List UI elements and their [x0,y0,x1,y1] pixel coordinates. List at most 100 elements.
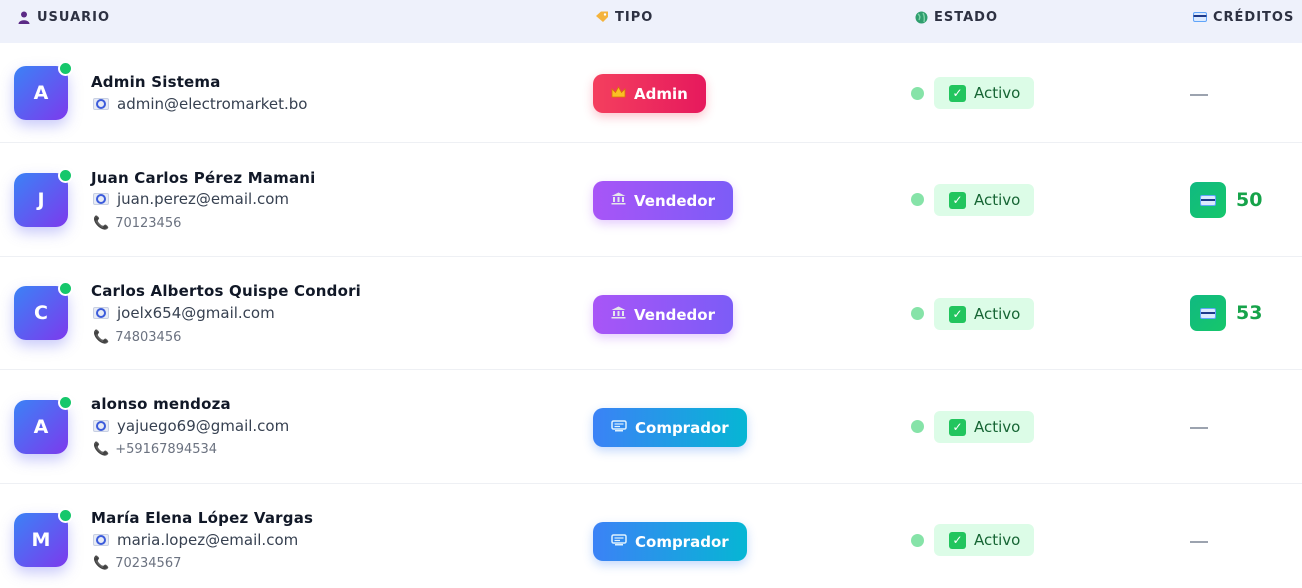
user-name: Admin Sistema [91,73,221,91]
user-name: Juan Carlos Pérez Mamani [91,169,316,187]
user-email: juan.perez@email.com [93,190,289,208]
user-phone: 📞 +59167894534 [93,442,217,457]
credits-card-icon [1190,182,1226,218]
status-badge: ✓ Activo [934,524,1034,556]
table-row[interactable]: M María Elena López Vargas maria.lopez@e… [0,484,1302,588]
status-badge: ✓ Activo [934,298,1034,330]
user-phone: 📞 70123456 [93,216,181,231]
status-dot [911,420,924,433]
phone-icon: 📞 [93,330,110,345]
type-badge-vendedor[interactable]: Vendedor [593,295,733,334]
check-icon: ✓ [949,191,966,209]
status-badge: ✓ Activo [934,77,1034,109]
status-label: Activo [974,418,1021,436]
status-badge: ✓ Activo [934,411,1034,443]
type-label: Admin [634,84,688,103]
user-email: joelx654@gmail.com [93,304,275,322]
user-phone-text: 70123456 [115,216,182,231]
credits-card-icon [1190,295,1226,331]
avatar-initial: M [31,529,51,551]
phone-icon: 📞 [93,442,110,457]
card-icon [1200,194,1216,206]
user-name: alonso mendoza [91,395,231,413]
card-icon [1193,10,1207,24]
avatar: J [14,168,73,227]
globe-icon [914,10,928,24]
mail-icon [93,98,109,110]
online-indicator [58,508,73,523]
user-phone-text: 70234567 [115,556,182,571]
user-email: yajuego69@gmail.com [93,417,289,435]
avatar-initial: A [33,416,49,438]
table-row[interactable]: A alonso mendoza yajuego69@gmail.com 📞 +… [0,370,1302,484]
column-header-usuario[interactable]: USUARIO [17,9,110,25]
online-indicator [58,61,73,76]
card-icon [1200,307,1216,319]
user-email-text: yajuego69@gmail.com [117,417,290,435]
status-label: Activo [974,191,1021,209]
table-header: USUARIO TIPO ESTADO CRÉDITOS [0,0,1302,43]
user-phone-text: +59167894534 [115,442,218,457]
cart-icon [611,533,627,550]
phone-icon: 📞 [93,556,110,571]
column-header-creditos[interactable]: CRÉDITOS [1193,9,1294,25]
tag-icon [595,10,609,24]
user-name: María Elena López Vargas [91,509,314,527]
user-email-text: joelx654@gmail.com [117,304,275,322]
avatar: C [14,281,73,340]
mail-icon [93,420,109,432]
status-label: Activo [974,84,1021,102]
crown-icon [611,85,626,102]
check-icon: ✓ [949,418,966,436]
credits-empty-dash [1190,427,1208,429]
status-label: Activo [974,531,1021,549]
avatar: A [14,61,73,120]
column-label: USUARIO [37,9,111,25]
user-phone: 📞 70234567 [93,556,181,571]
online-indicator [58,395,73,410]
avatar-initial: J [37,189,45,211]
user-email-text: juan.perez@email.com [117,190,290,208]
type-label: Comprador [635,418,729,437]
column-header-estado[interactable]: ESTADO [914,9,998,25]
table-row[interactable]: J Juan Carlos Pérez Mamani juan.perez@em… [0,143,1302,257]
column-label: TIPO [615,9,654,25]
avatar: M [14,508,73,567]
user-email-text: maria.lopez@email.com [117,531,299,549]
avatar-initial: A [33,82,49,104]
phone-icon: 📞 [93,216,110,231]
status-dot [911,87,924,100]
avatar-initial: C [34,302,48,324]
type-badge-comprador[interactable]: Comprador [593,522,747,561]
avatar: A [14,395,73,454]
check-icon: ✓ [949,531,966,549]
column-header-tipo[interactable]: TIPO [595,9,653,25]
credits-value: 53 [1236,302,1263,324]
status-dot [911,193,924,206]
table-row[interactable]: C Carlos Albertos Quispe Condori joelx65… [0,257,1302,370]
online-indicator [58,281,73,296]
user-phone-text: 74803456 [115,330,182,345]
user-email-text: admin@electromarket.bo [117,95,308,113]
type-label: Vendedor [634,305,715,324]
type-badge-comprador[interactable]: Comprador [593,408,747,447]
type-badge-admin[interactable]: Admin [593,74,706,113]
credits-value: 50 [1236,189,1263,211]
user-name: Carlos Albertos Quispe Condori [91,282,362,300]
status-dot [911,307,924,320]
credits-empty-dash [1190,94,1208,96]
bank-icon [611,306,626,323]
user-email: admin@electromarket.bo [93,95,307,113]
type-label: Comprador [635,532,729,551]
type-badge-vendedor[interactable]: Vendedor [593,181,733,220]
user-email: maria.lopez@email.com [93,531,298,549]
user-icon [17,10,31,24]
credits-empty-dash [1190,541,1208,543]
mail-icon [93,307,109,319]
cart-icon [611,419,627,436]
table-row[interactable]: A Admin Sistema admin@electromarket.bo A… [0,43,1302,143]
status-label: Activo [974,305,1021,323]
mail-icon [93,193,109,205]
type-label: Vendedor [634,191,715,210]
check-icon: ✓ [949,84,966,102]
